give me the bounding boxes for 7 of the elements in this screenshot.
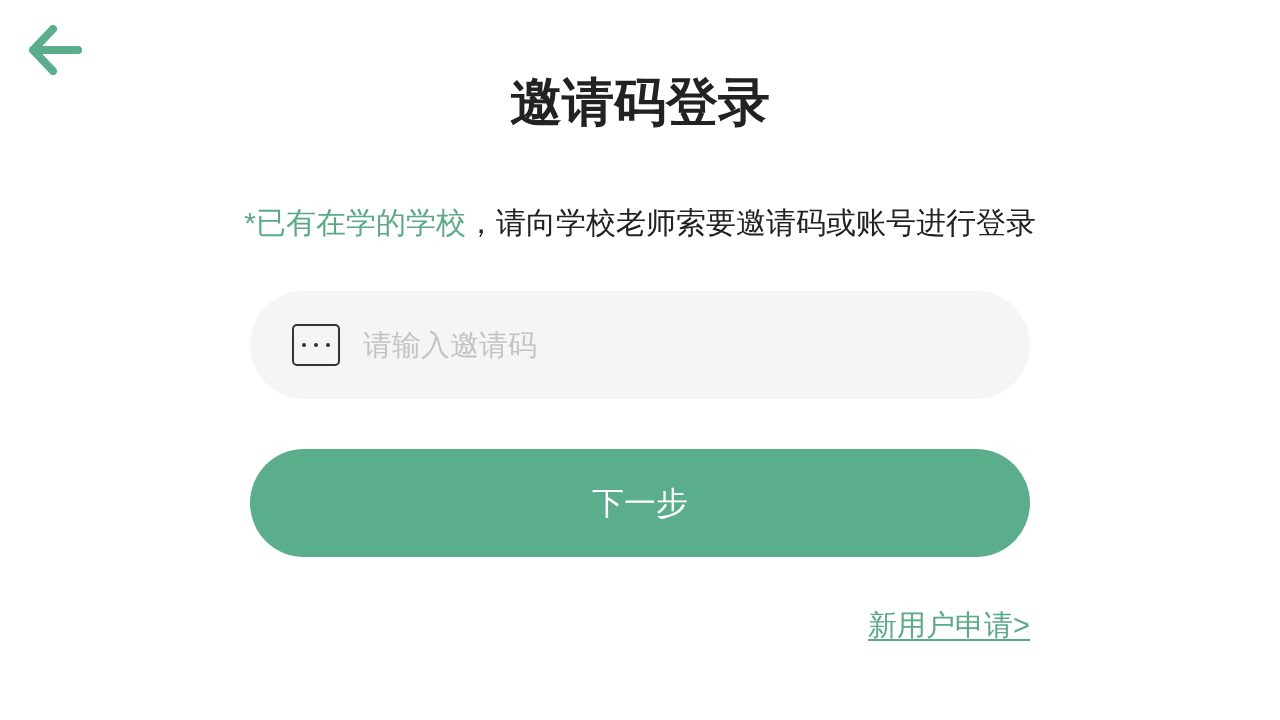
login-notice-text: *已有在学的学校，请向学校老师索要邀请码或账号进行登录 xyxy=(244,205,1036,241)
dots-box-icon xyxy=(292,324,340,366)
back-button[interactable] xyxy=(28,25,82,75)
next-button[interactable]: 下一步 xyxy=(250,449,1030,557)
back-arrow-icon xyxy=(28,25,82,75)
new-user-link[interactable]: 新用户申请> xyxy=(868,605,1030,645)
page-title: 邀请码登录 xyxy=(510,72,770,133)
